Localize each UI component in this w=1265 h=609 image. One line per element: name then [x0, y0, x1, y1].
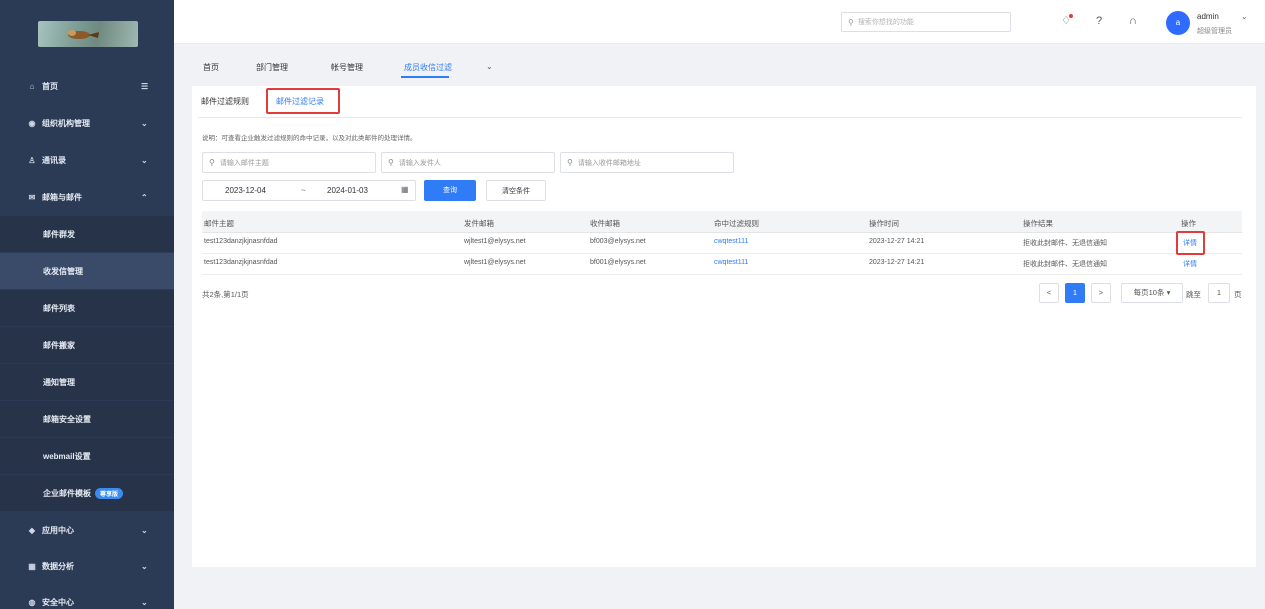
chevron-down-icon: ⌄ — [141, 118, 148, 128]
recipient-search-input[interactable]: ⚲ 请输入收件邮箱地址 — [560, 152, 734, 173]
sidebar-item-app-center[interactable]: ◆ 应用中心 ⌄ — [0, 512, 174, 548]
chevron-down-icon: ⌄ — [141, 597, 148, 607]
details-link[interactable]: 详情 — [1183, 259, 1197, 269]
description-text: 说明：可查看企业触发过滤规则的命中记录，以及对此类邮件的处理详情。 — [202, 135, 417, 142]
function-search-input[interactable]: ⚲ 搜索你想找的功能 — [841, 12, 1011, 32]
search-icon: ⚲ — [848, 17, 854, 27]
active-tab-indicator — [401, 76, 449, 78]
table-header: 邮件主题 发件邮箱 收件邮箱 命中过滤规则 操作时间 操作结果 操作 — [202, 211, 1242, 233]
app-center-icon: ◆ — [28, 525, 36, 535]
sidebar-subitem-mail-migration[interactable]: 邮件搬家 — [0, 327, 174, 363]
page-1-button[interactable]: 1 — [1065, 283, 1085, 303]
page-suffix: 页 — [1234, 290, 1242, 299]
user-name[interactable]: admin — [1197, 12, 1219, 21]
chevron-down-icon: ⌄ — [141, 525, 148, 535]
tab-home[interactable]: 首页 — [203, 62, 219, 73]
sidebar-subitem-mail-security[interactable]: 邮箱安全设置 — [0, 401, 174, 437]
company-logo — [38, 21, 138, 47]
main-tabs: 首页 部门管理 帐号管理 成员收信过滤 ⌄ — [174, 44, 1265, 84]
more-tabs-icon[interactable]: ⌄ — [486, 62, 493, 71]
top-bar: ⚲ 搜索你想找的功能 ♢ ? ∩ a admin 超级管理员 ⌄ — [174, 0, 1265, 44]
contacts-icon: ♙ — [28, 155, 36, 165]
prev-page-button[interactable]: < — [1039, 283, 1059, 303]
sidebar-item-mail[interactable]: ✉ 邮箱与邮件 ⌃ — [0, 179, 174, 215]
sidebar-item-contacts[interactable]: ♙ 通讯录 ⌄ — [0, 142, 174, 178]
search-icon: ⚲ — [209, 158, 215, 167]
tab-department[interactable]: 部门管理 — [256, 62, 288, 73]
sidebar-item-home[interactable]: ⌂ 首页 ☰ — [0, 68, 174, 104]
next-page-button[interactable]: > — [1091, 283, 1111, 303]
calendar-icon: ▦ — [401, 185, 409, 194]
security-icon: ◍ — [28, 597, 36, 607]
date-range-picker[interactable]: 2023-12-04 ~ 2024-01-03 ▦ — [202, 180, 416, 201]
chevron-down-icon: ⌄ — [141, 155, 148, 165]
page-size-select[interactable]: 每页10条 ▾ — [1121, 283, 1183, 303]
jump-page-input[interactable]: 1 — [1208, 283, 1230, 303]
search-icon: ⚲ — [567, 158, 573, 167]
collapse-menu-icon[interactable]: ☰ — [141, 82, 148, 91]
sidebar-item-org[interactable]: ◉ 组织机构管理 ⌄ — [0, 105, 174, 141]
home-icon: ⌂ — [29, 81, 35, 91]
clear-filters-button[interactable]: 清空条件 — [486, 180, 546, 201]
chevron-down-icon: ⌄ — [141, 561, 148, 571]
help-icon[interactable]: ? — [1092, 14, 1106, 28]
rule-link[interactable]: cwqtest111 — [714, 238, 748, 245]
chevron-up-icon: ⌃ — [141, 192, 148, 202]
premium-badge: 尊享版 — [95, 487, 124, 499]
highlight-box — [1176, 231, 1205, 255]
query-button[interactable]: 查询 — [424, 180, 476, 201]
sidebar: ⌂ 首页 ☰ ◉ 组织机构管理 ⌄ ♙ 通讯录 ⌄ ✉ 邮箱与邮件 ⌃ 邮件群发… — [0, 0, 174, 609]
table-row: test123danzjkjnasnfdad wjltest1@elysys.n… — [202, 233, 1242, 254]
mail-icon: ✉ — [28, 192, 36, 202]
tab-account[interactable]: 帐号管理 — [331, 62, 363, 73]
rule-link[interactable]: cwqtest111 — [714, 259, 748, 266]
table-row: test123danzjkjnasnfdad wjltest1@elysys.n… — [202, 254, 1242, 275]
divider — [198, 117, 1242, 118]
pagination-total: 共2条,第1/1页 — [202, 290, 249, 299]
subject-search-input[interactable]: ⚲ 请输入邮件主题 — [202, 152, 376, 173]
chevron-down-icon[interactable]: ⌄ — [1241, 12, 1248, 21]
sidebar-item-analytics[interactable]: ▦ 数据分析 ⌄ — [0, 548, 174, 584]
headset-icon[interactable]: ∩ — [1126, 14, 1140, 28]
tab-member-filter[interactable]: 成员收信过滤 — [404, 62, 452, 73]
search-icon: ⚲ — [388, 158, 394, 167]
sidebar-subitem-mail-template[interactable]: 企业邮件模板 尊享版 — [0, 475, 174, 511]
notification-icon[interactable]: ♢ — [1059, 14, 1073, 28]
sidebar-subitem-mail-list[interactable]: 邮件列表 — [0, 290, 174, 326]
highlight-box — [266, 88, 340, 114]
sidebar-subitem-mass-mail[interactable]: 邮件群发 — [0, 216, 174, 252]
subtab-filter-rules[interactable]: 邮件过滤规则 — [201, 96, 249, 107]
sender-search-input[interactable]: ⚲ 请输入发件人 — [381, 152, 555, 173]
sidebar-subitem-mail-manage[interactable]: 收发信管理 — [0, 253, 174, 289]
sidebar-subitem-webmail[interactable]: webmail设置 — [0, 438, 174, 474]
content-card: 邮件过滤规则 邮件过滤记录 说明：可查看企业触发过滤规则的命中记录，以及对此类邮… — [192, 86, 1256, 567]
user-role: 超级管理员 — [1197, 28, 1232, 35]
org-icon: ◉ — [28, 118, 36, 128]
analytics-icon: ▦ — [28, 561, 36, 571]
jump-label: 跳至 — [1186, 290, 1201, 299]
sidebar-item-security[interactable]: ◍ 安全中心 ⌄ — [0, 584, 174, 609]
user-avatar[interactable]: a — [1166, 11, 1190, 35]
sidebar-subitem-notifications[interactable]: 通知管理 — [0, 364, 174, 400]
